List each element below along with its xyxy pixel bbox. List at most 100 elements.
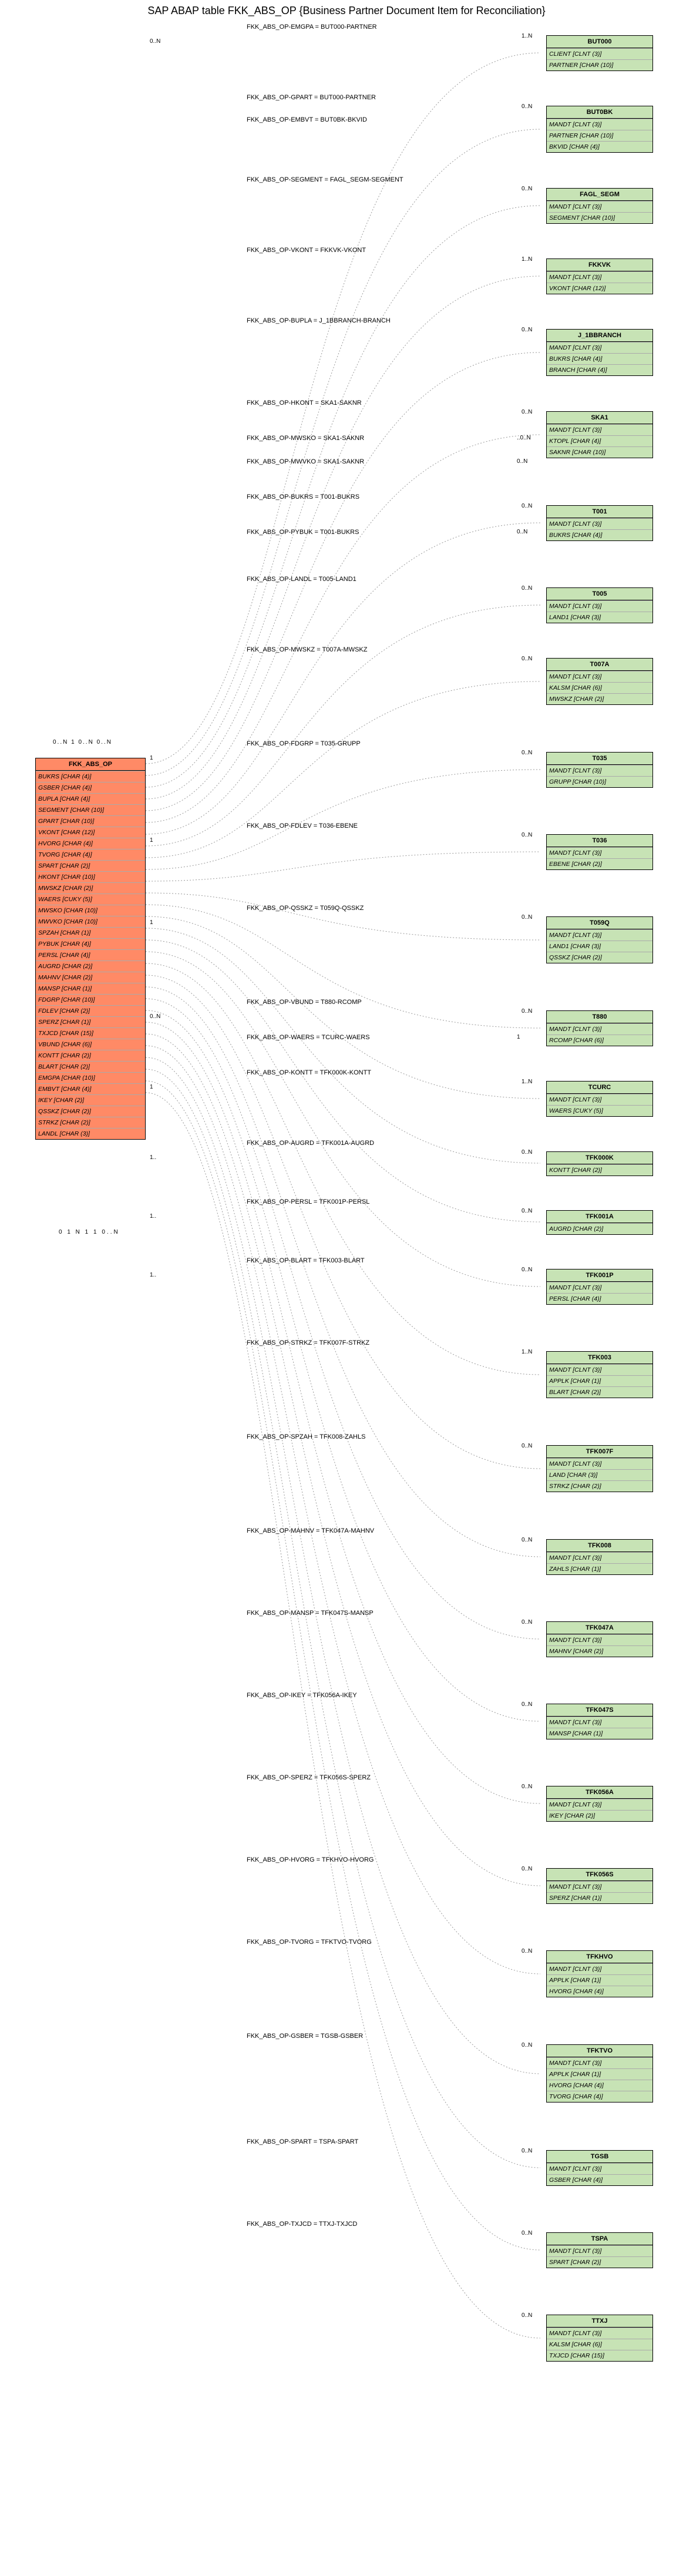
related-table-name: TCURC bbox=[547, 1082, 652, 1094]
cardinality-label: 1..N bbox=[522, 33, 532, 39]
edge-label: FKK_ABS_OP-TXJCD = TTXJ-TXJCD bbox=[247, 2221, 357, 2228]
related-field: MANDT [CLNT (3)] bbox=[547, 671, 652, 682]
related-table-name: TFK047A bbox=[547, 1622, 652, 1634]
edge-label: FKK_ABS_OP-GSBER = TGSB-GSBER bbox=[247, 2033, 363, 2040]
related-table: TFK001PMANDT [CLNT (3)]PERSL [CHAR (4)] bbox=[546, 1269, 653, 1305]
edge-label: FKK_ABS_OP-FDLEV = T036-EBENE bbox=[247, 822, 358, 829]
cardinality-label: 1.. bbox=[150, 1272, 156, 1278]
cardinality-label: 1 bbox=[150, 919, 153, 926]
related-field: SEGMENT [CHAR (10)] bbox=[547, 212, 652, 223]
related-table-name: T036 bbox=[547, 835, 652, 847]
related-field: BUKRS [CHAR (4)] bbox=[547, 353, 652, 364]
related-field: MANDT [CLNT (3)] bbox=[547, 1458, 652, 1469]
cardinality-label: 0..N bbox=[522, 656, 532, 662]
edge-label: FKK_ABS_OP-HKONT = SKA1-SAKNR bbox=[247, 399, 362, 407]
cardinality-label: 0..N bbox=[522, 2148, 532, 2154]
edge-label: FKK_ABS_OP-VKONT = FKKVK-VKONT bbox=[247, 247, 366, 254]
related-table-name: FKKVK bbox=[547, 259, 652, 271]
related-field: MANDT [CLNT (3)] bbox=[547, 2245, 652, 2256]
related-table-name: TFKTVO bbox=[547, 2045, 652, 2057]
cardinality-label: 0..N bbox=[522, 1149, 532, 1156]
related-table-name: TFK003 bbox=[547, 1352, 652, 1364]
cardinality-label: 0..N bbox=[522, 1267, 532, 1273]
cardinality-label: 0..N bbox=[522, 2042, 532, 2048]
cardinality-label: 1..N bbox=[522, 256, 532, 263]
related-field: MANDT [CLNT (3)] bbox=[547, 2163, 652, 2174]
related-table: T059QMANDT [CLNT (3)]LAND1 [CHAR (3)]QSS… bbox=[546, 916, 653, 963]
related-table: TCURCMANDT [CLNT (3)]WAERS [CUKY (5)] bbox=[546, 1081, 653, 1117]
edge-label: FKK_ABS_OP-BUKRS = T001-BUKRS bbox=[247, 493, 359, 501]
related-table-name: TFK056S bbox=[547, 1869, 652, 1881]
edge-label: FKK_ABS_OP-VBUND = T880-RCOMP bbox=[247, 999, 362, 1006]
related-field: TXJCD [CHAR (15)] bbox=[547, 2350, 652, 2361]
edge-label: FKK_ABS_OP-STRKZ = TFK007F-STRKZ bbox=[247, 1339, 369, 1346]
related-field: MANDT [CLNT (3)] bbox=[547, 1552, 652, 1563]
edge-label: FKK_ABS_OP-BLART = TFK003-BLART bbox=[247, 1257, 365, 1264]
main-field: SEGMENT [CHAR (10)] bbox=[36, 804, 145, 815]
related-field: BKVID [CHAR (4)] bbox=[547, 141, 652, 152]
edge-label: FKK_ABS_OP-PERSL = TFK001P-PERSL bbox=[247, 1198, 369, 1205]
edge-label: FKK_ABS_OP-LANDL = T005-LAND1 bbox=[247, 576, 356, 583]
edge-label: FKK_ABS_OP-BUPLA = J_1BBRANCH-BRANCH bbox=[247, 317, 391, 324]
related-table-name: T880 bbox=[547, 1011, 652, 1023]
cardinality-label: 0..N bbox=[522, 1866, 532, 1872]
related-field: BUKRS [CHAR (4)] bbox=[547, 529, 652, 540]
related-table: TSPAMANDT [CLNT (3)]SPART [CHAR (2)] bbox=[546, 2232, 653, 2268]
related-field: MANDT [CLNT (3)] bbox=[547, 424, 652, 435]
related-field: LAND [CHAR (3)] bbox=[547, 1469, 652, 1480]
cardinality-label: ..0..N bbox=[517, 435, 531, 441]
related-table-name: TFK000K bbox=[547, 1152, 652, 1164]
main-field: STRKZ [CHAR (2)] bbox=[36, 1117, 145, 1128]
related-field: MWSKZ [CHAR (2)] bbox=[547, 693, 652, 704]
main-field: FDLEV [CHAR (2)] bbox=[36, 1005, 145, 1016]
related-table-name: BUT0BK bbox=[547, 106, 652, 119]
edge-label: FKK_ABS_OP-MAHNV = TFK047A-MAHNV bbox=[247, 1527, 374, 1534]
related-table-name: T005 bbox=[547, 588, 652, 600]
cardinality-label: 1.. bbox=[150, 1154, 156, 1161]
main-field: QSSKZ [CHAR (2)] bbox=[36, 1106, 145, 1117]
related-field: MANDT [CLNT (3)] bbox=[547, 1963, 652, 1974]
cardinality-label: 0..N bbox=[150, 38, 160, 45]
related-field: PARTNER [CHAR (10)] bbox=[547, 130, 652, 141]
main-field: VBUND [CHAR (6)] bbox=[36, 1039, 145, 1050]
related-table-name: T059Q bbox=[547, 917, 652, 929]
related-field: MANDT [CLNT (3)] bbox=[547, 847, 652, 858]
related-table: TFKTVOMANDT [CLNT (3)]APPLK [CHAR (1)]HV… bbox=[546, 2044, 653, 2103]
main-field: MWVKO [CHAR (10)] bbox=[36, 916, 145, 927]
main-field: FDGRP [CHAR (10)] bbox=[36, 994, 145, 1005]
related-field: MANDT [CLNT (3)] bbox=[547, 2057, 652, 2068]
related-table-name: SKA1 bbox=[547, 412, 652, 424]
related-field: APPLK [CHAR (1)] bbox=[547, 1375, 652, 1386]
related-field: MANDT [CLNT (3)] bbox=[547, 201, 652, 212]
main-field: BUPLA [CHAR (4)] bbox=[36, 793, 145, 804]
edge-label: FKK_ABS_OP-SPART = TSPA-SPART bbox=[247, 2138, 358, 2145]
main-field: MAHNV [CHAR (2)] bbox=[36, 972, 145, 983]
related-field: APPLK [CHAR (1)] bbox=[547, 1974, 652, 1986]
cardinality-label: 0..N bbox=[522, 103, 532, 110]
related-table-name: TFKHVO bbox=[547, 1951, 652, 1963]
related-table: T001MANDT [CLNT (3)]BUKRS [CHAR (4)] bbox=[546, 505, 653, 541]
cardinality-label: 0..N bbox=[522, 1701, 532, 1708]
cardinality-label: 1 bbox=[150, 837, 153, 844]
related-field: EBENE [CHAR (2)] bbox=[547, 858, 652, 869]
edge-label: FKK_ABS_OP-FDGRP = T035-GRUPP bbox=[247, 740, 361, 747]
related-field: WAERS [CUKY (5)] bbox=[547, 1105, 652, 1116]
edge-label: FKK_ABS_OP-QSSKZ = T059Q-QSSKZ bbox=[247, 905, 364, 912]
related-field: KONTT [CHAR (2)] bbox=[547, 1164, 652, 1176]
main-field: VKONT [CHAR (12)] bbox=[36, 827, 145, 838]
edge-label: FKK_ABS_OP-IKEY = TFK056A-IKEY bbox=[247, 1692, 357, 1699]
related-table: TFK000KKONTT [CHAR (2)] bbox=[546, 1151, 653, 1176]
related-table-name: TFK047S bbox=[547, 1704, 652, 1717]
cardinality-label: 0..N bbox=[522, 1008, 532, 1015]
related-table: TFK007FMANDT [CLNT (3)]LAND [CHAR (3)]ST… bbox=[546, 1445, 653, 1492]
main-field: BLART [CHAR (2)] bbox=[36, 1061, 145, 1072]
related-table: TFK047AMANDT [CLNT (3)]MAHNV [CHAR (2)] bbox=[546, 1621, 653, 1657]
related-field: SPART [CHAR (2)] bbox=[547, 2256, 652, 2268]
related-table-name: TTXJ bbox=[547, 2315, 652, 2328]
cardinality-label: 0..N bbox=[522, 409, 532, 415]
cardinality-label: 0..N bbox=[522, 1443, 532, 1449]
related-field: MANDT [CLNT (3)] bbox=[547, 1023, 652, 1035]
related-table: TFK003MANDT [CLNT (3)]APPLK [CHAR (1)]BL… bbox=[546, 1351, 653, 1398]
related-field: PARTNER [CHAR (10)] bbox=[547, 59, 652, 70]
related-field: LAND1 [CHAR (3)] bbox=[547, 612, 652, 623]
